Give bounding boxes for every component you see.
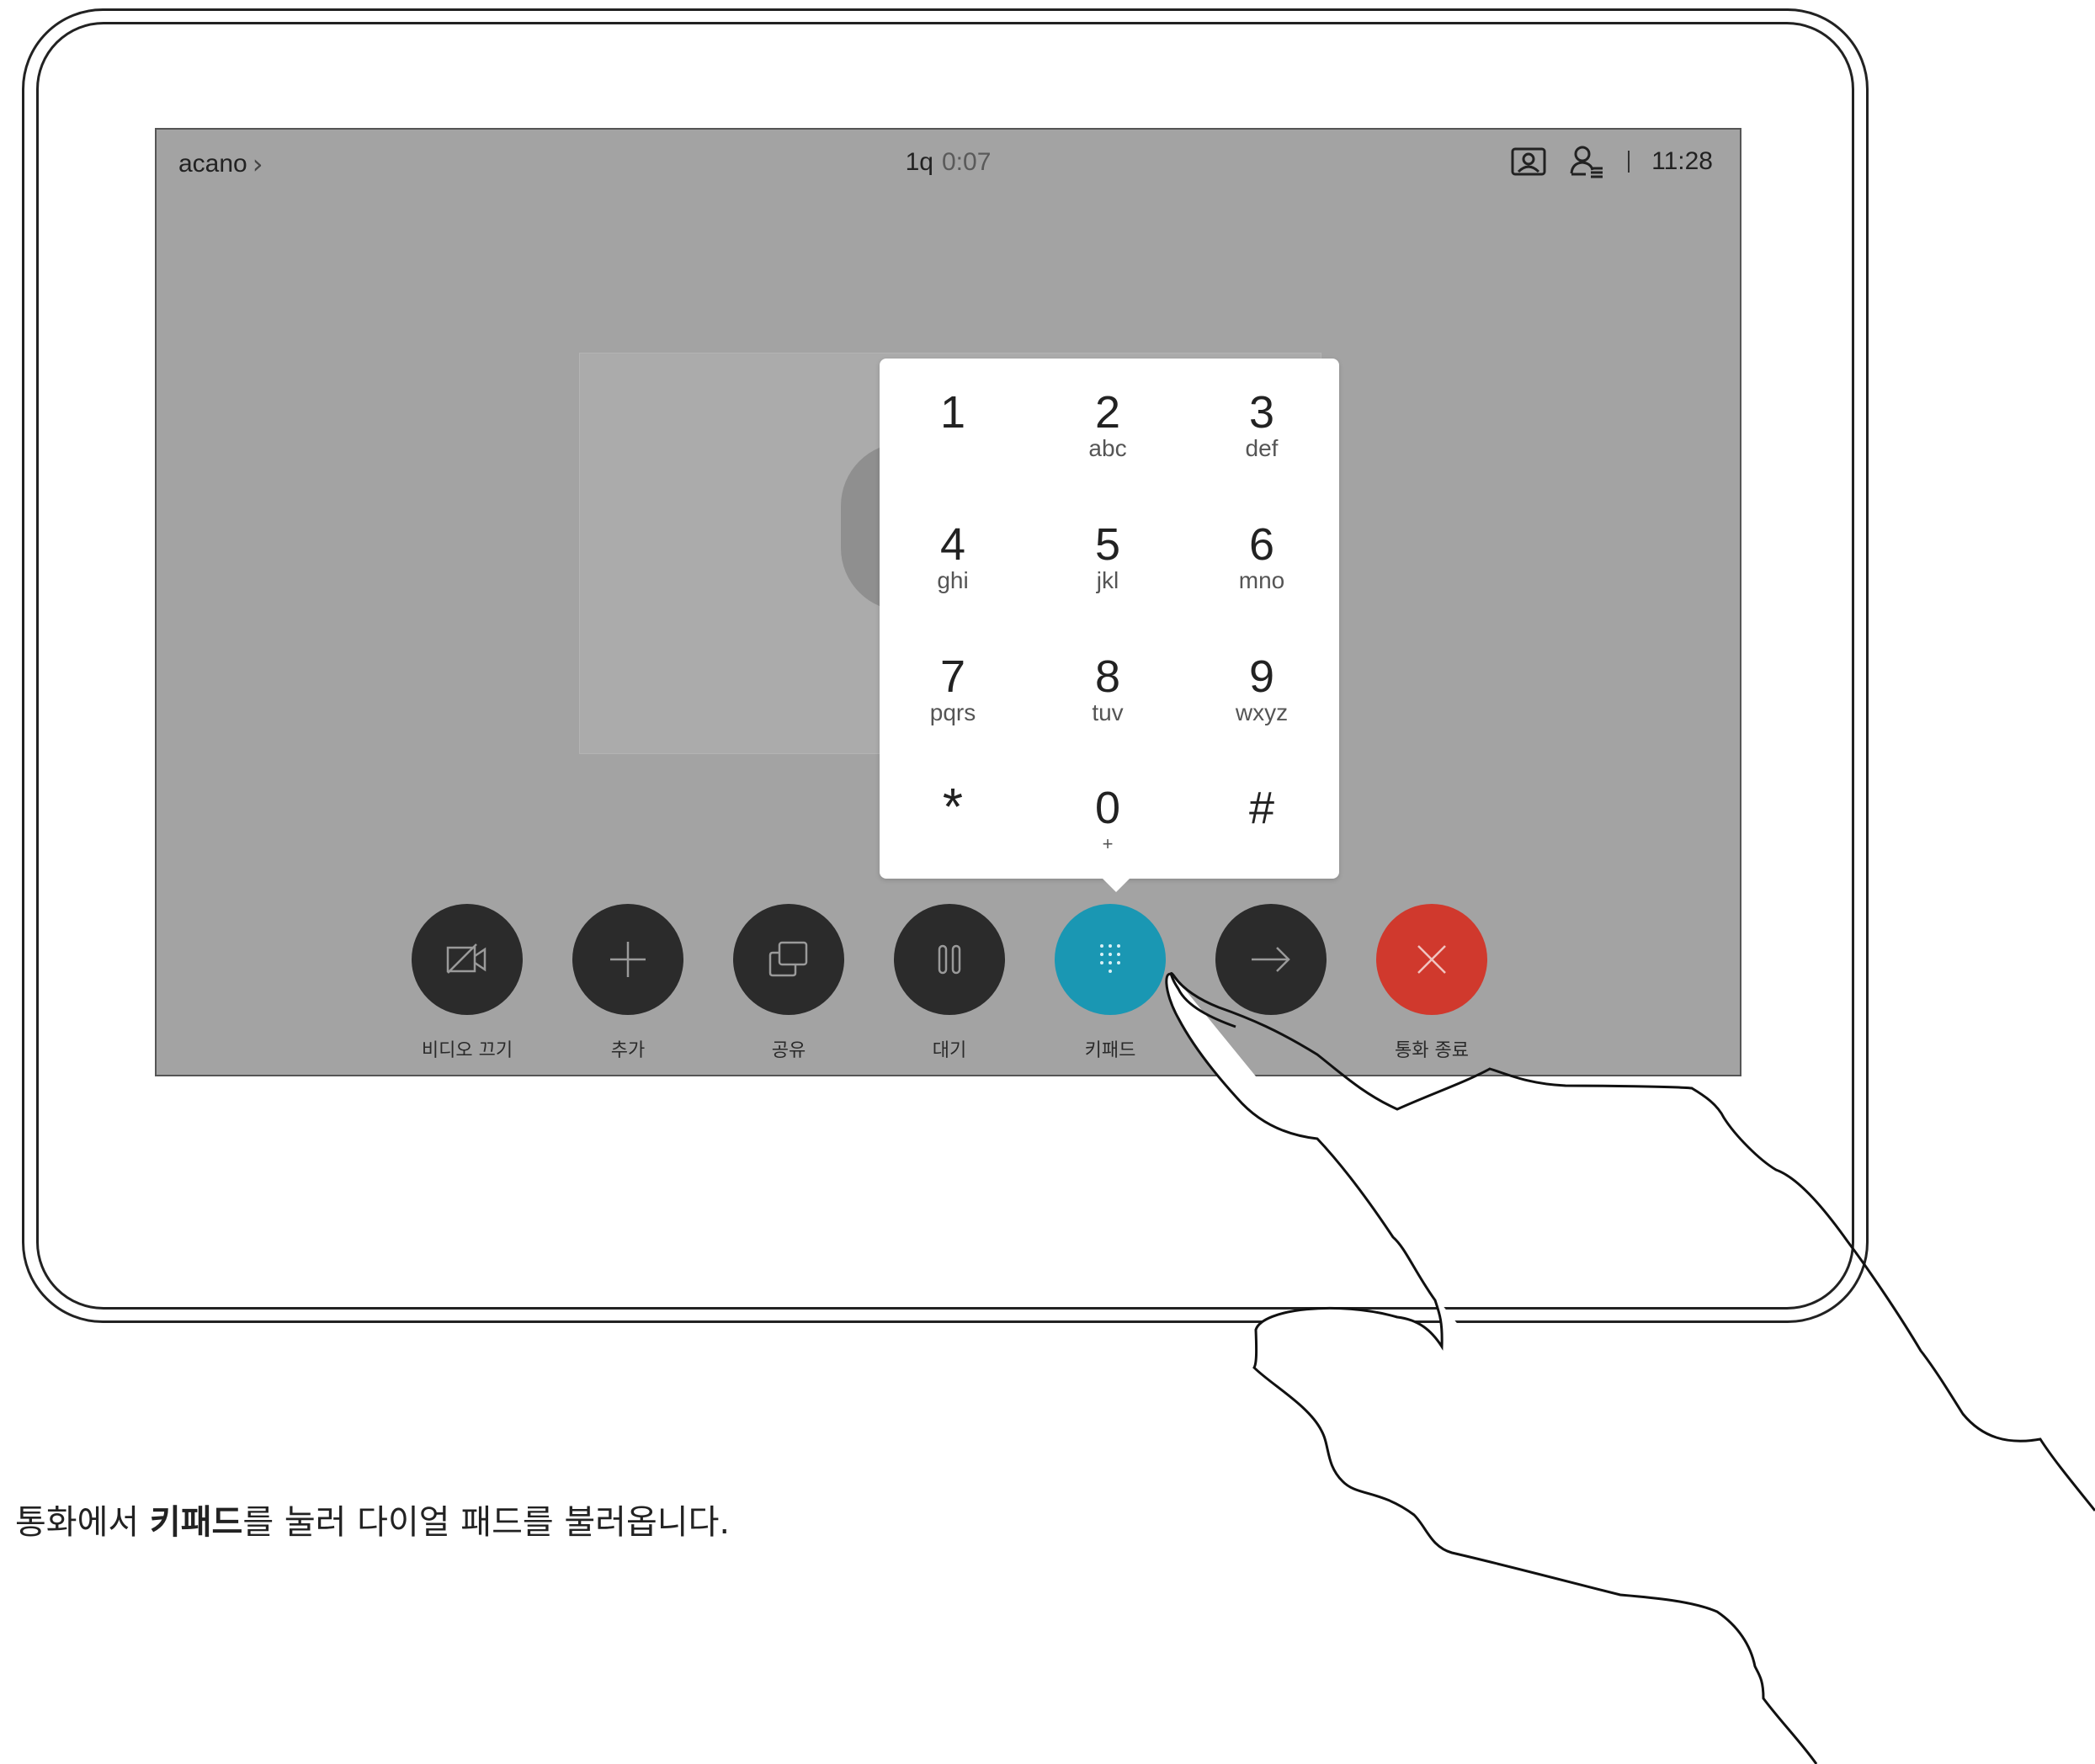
caption-suffix: 를 눌러 다이얼 패드를 불러옵니다. bbox=[242, 1503, 731, 1542]
close-icon bbox=[1417, 945, 1446, 974]
call-controls: 비디오 끄기 추가 공유 대기 키패드 통화 종료 bbox=[157, 904, 1740, 1064]
key-9[interactable]: 9 wxyz bbox=[1194, 623, 1329, 741]
hold-button[interactable] bbox=[894, 904, 1005, 1015]
add-label: 추가 bbox=[610, 1040, 646, 1061]
key-hash[interactable]: # bbox=[1194, 754, 1329, 872]
add-button[interactable] bbox=[572, 904, 683, 1015]
status-right: 11:28 bbox=[1510, 145, 1713, 178]
hold-label: 대기 bbox=[932, 1040, 967, 1061]
plus-icon bbox=[610, 942, 646, 977]
status-divider bbox=[1628, 151, 1630, 173]
call-timer: 0:07 bbox=[941, 148, 992, 176]
end-call-button[interactable] bbox=[1376, 904, 1487, 1015]
transfer-button[interactable] bbox=[1215, 904, 1327, 1015]
arrow-right-icon bbox=[1252, 947, 1290, 972]
key-4[interactable]: 4 ghi bbox=[885, 491, 1020, 608]
key-0[interactable]: 0 + bbox=[1040, 754, 1175, 872]
call-info: 1q 0:07 bbox=[157, 148, 1740, 177]
instruction-caption: 통화에서 키패드를 눌러 다이얼 패드를 불러옵니다. bbox=[15, 1495, 730, 1544]
key-star[interactable]: * bbox=[885, 754, 1020, 872]
end-call-label: 통화 종료 bbox=[1395, 1040, 1469, 1061]
share-control: 공유 bbox=[733, 904, 844, 1062]
share-icon bbox=[768, 941, 808, 977]
hold-control: 대기 bbox=[894, 904, 1005, 1062]
key-6[interactable]: 6 mno bbox=[1194, 491, 1329, 608]
key-5[interactable]: 5 jkl bbox=[1040, 491, 1175, 608]
keypad-control: 키패드 bbox=[1055, 904, 1166, 1062]
share-label: 공유 bbox=[771, 1040, 806, 1061]
keypad-label: 키패드 bbox=[1084, 1040, 1136, 1061]
keypad-icon bbox=[1100, 944, 1120, 973]
key-1[interactable]: 1 bbox=[885, 359, 1020, 476]
end-call-control: 통화 종료 bbox=[1376, 904, 1487, 1062]
caption-keypad-emphasis: 키패드 bbox=[149, 1503, 243, 1542]
transfer-control bbox=[1215, 904, 1327, 1035]
key-7[interactable]: 7 pqrs bbox=[885, 623, 1020, 741]
keypad-button[interactable] bbox=[1055, 904, 1166, 1015]
participants-icon[interactable] bbox=[1569, 145, 1606, 178]
video-off-button[interactable] bbox=[412, 904, 523, 1015]
dial-keypad: 1 2 abc 3 def 4 ghi 5 jkl 6 mno 7 pqrs 8 tuv 9w… bbox=[880, 359, 1339, 892]
call-screen: acano › 1q 0:07 11:28 1 2 abc 3 def 4 gh… bbox=[155, 128, 1741, 1076]
self-view-icon[interactable] bbox=[1510, 146, 1547, 177]
video-off-icon bbox=[446, 943, 487, 974]
clock: 11:28 bbox=[1651, 147, 1713, 175]
video-off-control: 비디오 끄기 bbox=[412, 904, 523, 1062]
video-off-label: 비디오 끄기 bbox=[421, 1040, 513, 1061]
call-id: 1q bbox=[905, 148, 933, 176]
key-2[interactable]: 2 abc bbox=[1040, 359, 1175, 476]
key-3[interactable]: 3 def bbox=[1194, 359, 1329, 476]
pause-icon bbox=[938, 944, 961, 975]
add-control: 추가 bbox=[572, 904, 683, 1062]
share-button[interactable] bbox=[733, 904, 844, 1015]
caption-prefix: 통화에서 bbox=[15, 1503, 150, 1542]
key-8[interactable]: 8 tuv bbox=[1040, 623, 1175, 741]
